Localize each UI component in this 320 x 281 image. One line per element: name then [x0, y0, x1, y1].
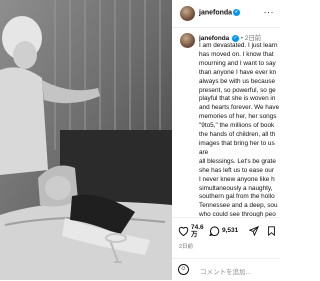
comment-input[interactable]: コメントを追加... — [200, 266, 251, 276]
post-date: 2日前 — [179, 244, 194, 250]
caption-line: memories of her, her songs — [199, 113, 277, 121]
caption-username[interactable]: janefonda — [199, 35, 229, 42]
caption-line: all blessings. Let's be grate — [199, 157, 276, 165]
photo-image — [0, 0, 172, 280]
caption-line: southern gal from the hollo — [199, 193, 275, 201]
caption-line: and hearts forever. We have — [199, 104, 280, 112]
caption-line: "9to5," the millions of book — [199, 122, 275, 130]
caption-line: she has left us to ease our — [199, 166, 274, 174]
author-avatar[interactable] — [180, 6, 195, 21]
post-header: janefonda ✓ ··· — [172, 0, 280, 28]
heart-icon[interactable] — [178, 226, 189, 239]
caption-line: always be with us because — [199, 77, 276, 85]
comments-count[interactable]: 9,531 — [222, 227, 238, 234]
caption-line: playful that she is woven in — [199, 95, 276, 103]
caption-time-ago: 2日前 — [244, 35, 262, 42]
smiley-icon[interactable]: ☺ — [178, 264, 189, 275]
caption-avatar[interactable] — [180, 33, 195, 48]
caption-line: simultaneously a naughty, — [199, 184, 273, 192]
comment-icon[interactable] — [208, 226, 220, 239]
caption-text: I am devastated. I just learn has moved o… — [199, 42, 280, 217]
caption-line: images that bring her to us — [199, 139, 275, 147]
caption-line: the hands of children, all th — [199, 131, 276, 139]
caption-line: are — [199, 148, 209, 156]
caption-author-line: janefonda ✓ • 2日前 — [199, 33, 261, 42]
caption-line: mourning and I want to say — [199, 59, 276, 67]
post-photo — [0, 0, 172, 280]
author-username[interactable]: janefonda ✓ — [199, 9, 241, 16]
verified-badge-icon: ✓ — [231, 34, 239, 42]
caption-line: than anyone I have ever kn — [199, 68, 277, 76]
caption-area: janefonda ✓ • 2日前 I am devastated. I jus… — [172, 29, 280, 217]
action-bar: 74.6 万 9,531 — [172, 217, 280, 242]
save-icon[interactable] — [267, 226, 276, 239]
caption-line: present, so powerful, so ge — [199, 86, 276, 94]
caption-line: has moved on. I know that — [199, 50, 274, 58]
verified-badge-icon: ✓ — [233, 9, 241, 16]
likes-count[interactable]: 74.6 万 — [191, 224, 204, 238]
caption-line: Tennessee and a deep, sou — [199, 202, 278, 210]
caption-line: I never knew anyone like h — [199, 175, 275, 183]
post-side-panel: janefonda ✓ ··· janefonda ✓ • 2日前 I am de… — [172, 0, 280, 280]
comment-box[interactable]: ☺ コメントを追加... — [172, 258, 280, 281]
caption-line: I am devastated. I just learn — [199, 42, 278, 49]
share-icon[interactable] — [248, 225, 260, 239]
more-options-icon[interactable]: ··· — [264, 7, 275, 17]
